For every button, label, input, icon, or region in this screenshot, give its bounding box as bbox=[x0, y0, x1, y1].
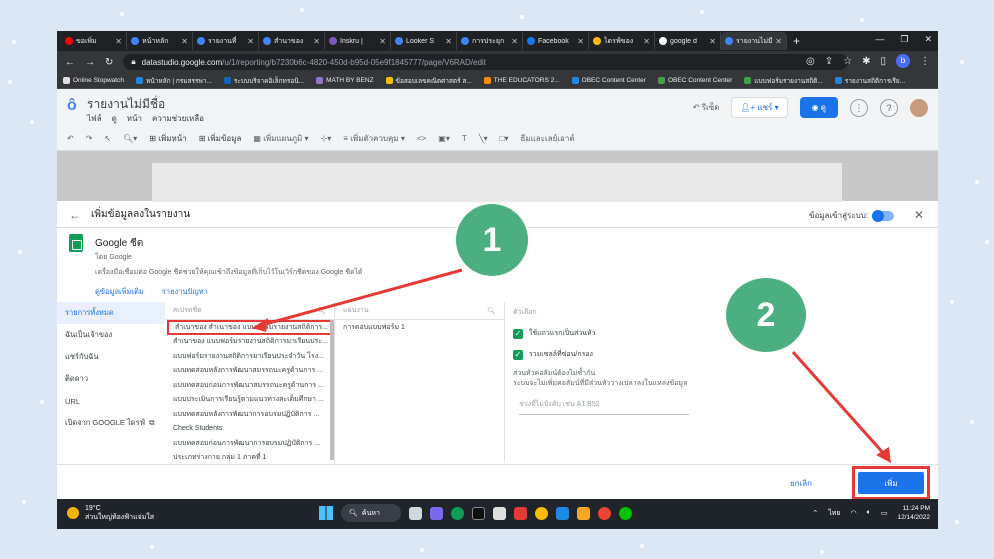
arrow-to-add-button bbox=[791, 351, 887, 456]
step-1-badge: 1 bbox=[456, 204, 528, 276]
annotation-arrows bbox=[252, 268, 891, 463]
arrow-to-spreadsheet bbox=[261, 268, 463, 327]
step-2-badge: 2 bbox=[726, 278, 806, 352]
arrowhead-1 bbox=[252, 318, 268, 332]
